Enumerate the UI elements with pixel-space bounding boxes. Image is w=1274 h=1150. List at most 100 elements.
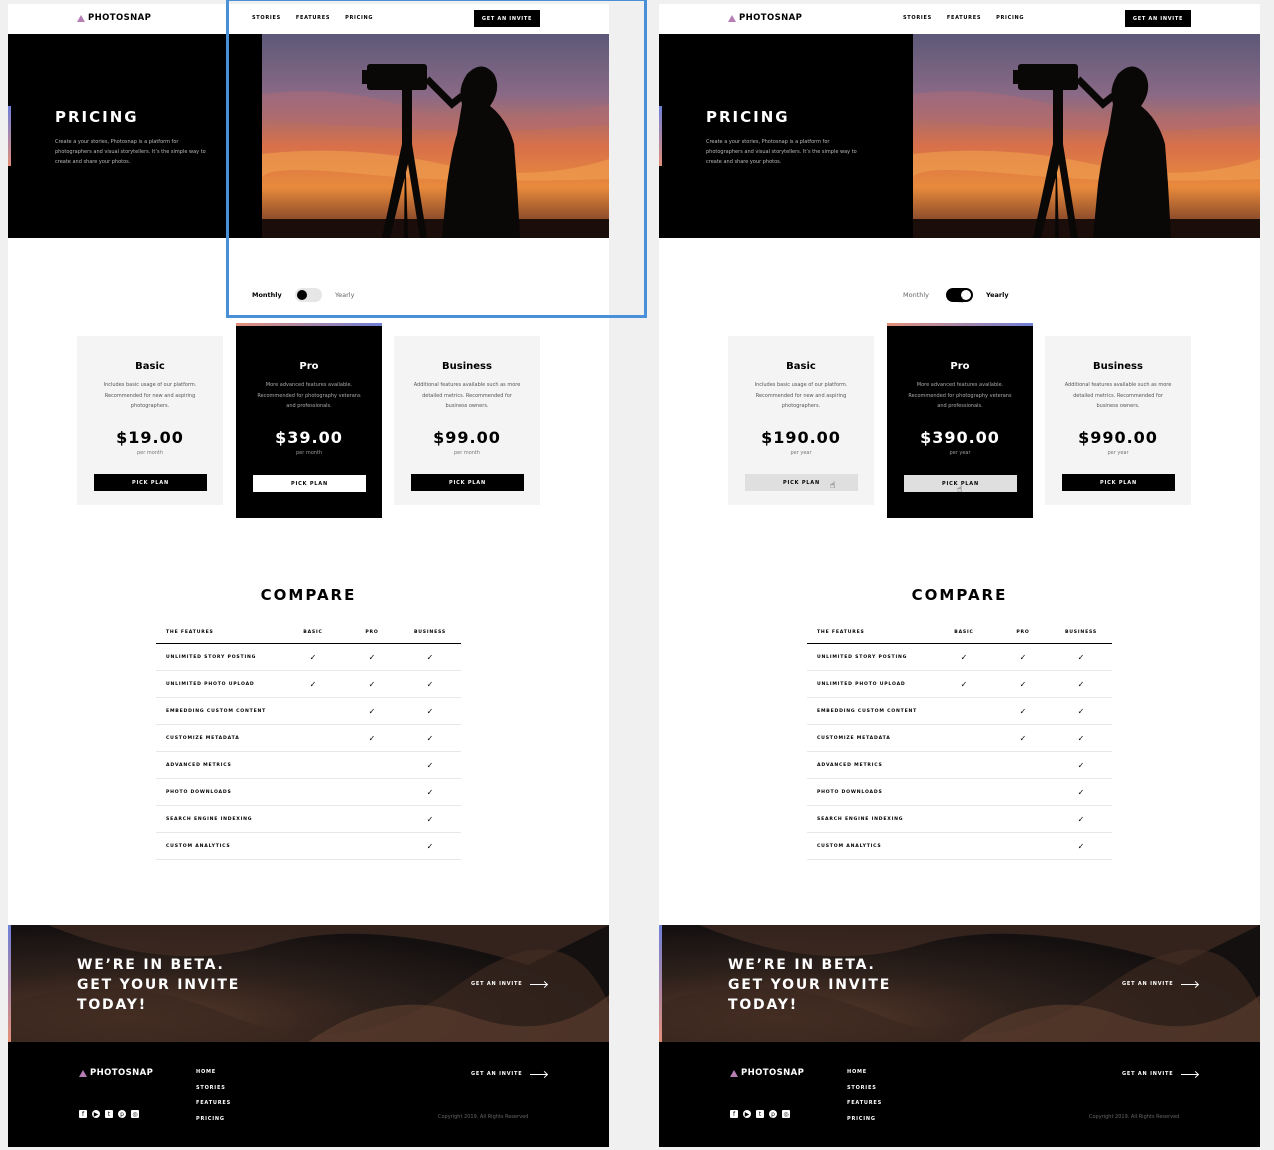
brand-logo[interactable]: PHOTOSNAP	[728, 13, 802, 23]
check-icon	[293, 725, 333, 751]
footer-invite-link[interactable]: GET AN INVITE	[471, 1071, 548, 1077]
footer-logo[interactable]: PHOTOSNAP	[79, 1068, 153, 1078]
feature-name: SEARCH ENGINE INDEXING	[817, 816, 904, 822]
pinterest-icon[interactable]: p	[769, 1110, 777, 1118]
check-icon: ✓	[426, 733, 434, 743]
youtube-icon[interactable]: ▶	[743, 1110, 751, 1118]
header-business: BUSINESS	[1064, 629, 1098, 635]
feature-name: UNLIMITED STORY POSTING	[817, 654, 908, 660]
yearly-label[interactable]: Yearly	[986, 291, 1009, 299]
feature-name: UNLIMITED STORY POSTING	[166, 654, 257, 660]
table-row: CUSTOMIZE METADATA ✓ ✓	[807, 725, 1112, 752]
hero-photo	[913, 34, 1260, 238]
get-invite-button[interactable]: GET AN INVITE	[1125, 10, 1191, 27]
logo-triangle-icon	[730, 1069, 738, 1077]
hero-title: PRICING	[706, 108, 790, 126]
pick-plan-button[interactable]: PICK PLAN	[1062, 474, 1175, 491]
check-icon	[944, 725, 984, 751]
feature-name: UNLIMITED PHOTO UPLOAD	[817, 681, 906, 687]
check-icon	[944, 752, 984, 778]
check-icon: ✓	[368, 679, 376, 689]
plan-name: Business	[442, 361, 492, 372]
plan-card-basic: Basic Includes basic usage of our platfo…	[728, 336, 874, 505]
footer-link-features[interactable]: FEATURES	[847, 1100, 882, 1106]
footer-link-stories[interactable]: STORIES	[847, 1085, 882, 1091]
pick-plan-button[interactable]: PICK PLAN	[94, 474, 207, 491]
table-row: PHOTO DOWNLOADS ✓	[156, 779, 461, 806]
plan-price: $390.00	[920, 428, 1000, 447]
feature-name: EMBEDDING CUSTOM CONTENT	[166, 708, 267, 714]
plan-description: More advanced features available. Recomm…	[257, 382, 361, 409]
monthly-label[interactable]: Monthly	[903, 291, 929, 299]
pinterest-icon[interactable]: p	[118, 1110, 126, 1118]
pro-gradient-strip	[887, 323, 1033, 326]
footer-brand-name: PHOTOSNAP	[90, 1068, 154, 1078]
nav-link-stories[interactable]: STORIES	[903, 15, 932, 21]
cursor-hand-icon: ☝	[830, 481, 836, 491]
beta-title-line: TODAY!	[77, 997, 147, 1013]
check-icon	[352, 752, 392, 778]
check-icon: ✓	[426, 841, 434, 851]
table-row: ADVANCED METRICS ✓	[807, 752, 1112, 779]
facebook-icon[interactable]: f	[730, 1110, 738, 1118]
feature-name: UNLIMITED PHOTO UPLOAD	[166, 681, 255, 687]
beta-accent-bar	[8, 925, 11, 1042]
copyright-text: Copyright 2019. All Rights Reserved	[1089, 1114, 1180, 1120]
facebook-icon[interactable]: f	[79, 1110, 87, 1118]
check-icon	[1003, 752, 1043, 778]
beta-invite-link[interactable]: GET AN INVITE	[471, 981, 548, 987]
table-row: CUSTOMIZE METADATA ✓ ✓	[156, 725, 461, 752]
plan-name: Basic	[135, 361, 165, 372]
footer-link-pricing[interactable]: PRICING	[847, 1116, 882, 1122]
footer-logo[interactable]: PHOTOSNAP	[730, 1068, 804, 1078]
check-icon	[352, 833, 392, 859]
brand-logo[interactable]: PHOTOSNAP	[77, 13, 151, 23]
compare-table-body: UNLIMITED STORY POSTING ✓ ✓ ✓ UNLIMITED PHOT…	[807, 644, 1112, 860]
nav-link-pricing[interactable]: PRICING	[996, 15, 1024, 21]
compare-table: THE FEATURES BASIC PRO BUSINESS UNLIMITE…	[156, 621, 461, 860]
instagram-icon[interactable]: ◎	[782, 1110, 790, 1118]
beta-title: WE’RE IN BETA. GET YOUR INVITE TODAY!	[728, 955, 891, 1015]
check-icon	[352, 806, 392, 832]
compare-title: COMPARE	[911, 586, 1008, 604]
pick-plan-button[interactable]: PICK PLAN	[411, 474, 524, 491]
footer-link-features[interactable]: FEATURES	[196, 1100, 231, 1106]
pricing-page-yearly: PHOTOSNAP STORIES FEATURES PRICING GET A…	[659, 4, 1260, 1147]
pick-plan-button[interactable]: PICK PLAN	[253, 475, 366, 492]
beta-invite-link[interactable]: GET AN INVITE	[1122, 981, 1199, 987]
twitter-icon[interactable]: t	[105, 1110, 113, 1118]
check-icon: ✓	[1077, 652, 1085, 662]
youtube-icon[interactable]: ▶	[92, 1110, 100, 1118]
footer-invite-link[interactable]: GET AN INVITE	[1122, 1071, 1199, 1077]
footer-link-pricing[interactable]: PRICING	[196, 1116, 231, 1122]
footer-link-stories[interactable]: STORIES	[196, 1085, 231, 1091]
twitter-icon[interactable]: t	[756, 1110, 764, 1118]
footer-link-home[interactable]: HOME	[196, 1069, 231, 1075]
instagram-icon[interactable]: ◎	[131, 1110, 139, 1118]
header-features: THE FEATURES	[166, 629, 214, 635]
plan-description: Additional features available such as mo…	[1064, 382, 1172, 409]
plan-description: More advanced features available. Recomm…	[908, 382, 1012, 409]
footer-link-home[interactable]: HOME	[847, 1069, 882, 1075]
check-icon	[1003, 833, 1043, 859]
brand-name: PHOTOSNAP	[88, 13, 152, 23]
check-icon: ✓	[1019, 679, 1027, 689]
arrow-right-icon	[530, 1073, 548, 1075]
compare-table-header: THE FEATURES BASIC PRO BUSINESS	[807, 621, 1112, 644]
check-icon: ✓	[426, 814, 434, 824]
brand-name: PHOTOSNAP	[739, 13, 803, 23]
hero-title: PRICING	[55, 108, 139, 126]
social-links: f ▶ t p ◎	[79, 1110, 139, 1118]
beta-invite-link-label: GET AN INVITE	[471, 981, 523, 987]
logo-triangle-icon	[728, 14, 736, 22]
plan-description: Additional features available such as mo…	[413, 382, 521, 409]
plan-period: per month	[295, 450, 323, 456]
pick-plan-button[interactable]: PICK PLAN	[745, 474, 858, 491]
check-icon	[293, 698, 333, 724]
cursor-hand-icon: ☝	[957, 485, 963, 495]
nav-link-features[interactable]: FEATURES	[947, 15, 981, 21]
check-icon	[293, 833, 333, 859]
check-icon: ✓	[1019, 733, 1027, 743]
check-icon	[944, 698, 984, 724]
plan-name: Basic	[786, 361, 816, 372]
